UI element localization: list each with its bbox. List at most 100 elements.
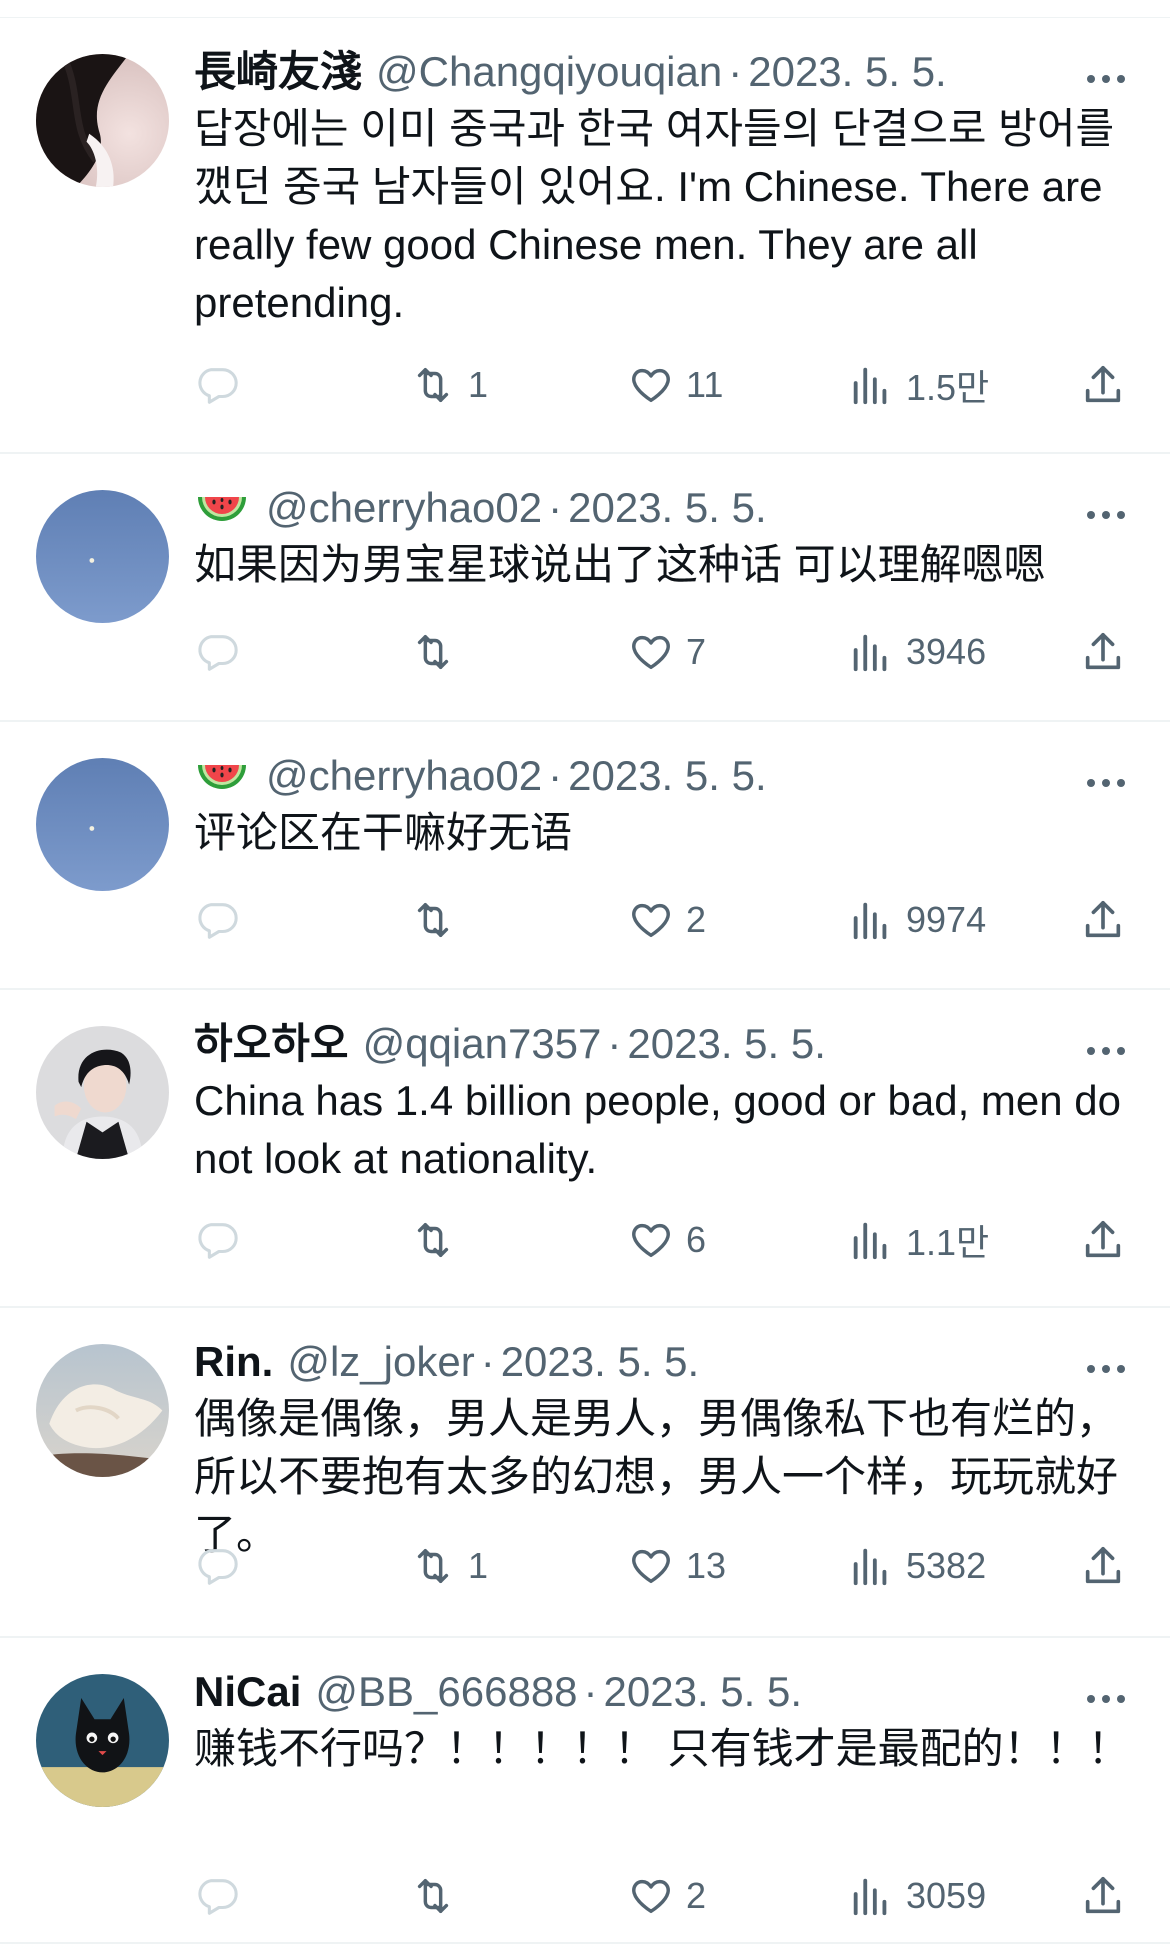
views-chart-icon	[853, 1222, 887, 1260]
retweet-button[interactable]	[410, 1868, 468, 1924]
share-button[interactable]	[1080, 892, 1126, 948]
tweet-date[interactable]: 2023. 5. 5.	[604, 1664, 803, 1720]
avatar-sky-moon-image	[36, 758, 169, 891]
view-count: 5382	[906, 1545, 987, 1586]
avatar[interactable]	[36, 1026, 169, 1159]
more-options-icon[interactable]	[1086, 1694, 1126, 1704]
views-button[interactable]: 3946	[848, 624, 986, 680]
tweet-header: @cherryhao02 · 2023. 5. 5.	[194, 480, 1134, 536]
views-button[interactable]: 5382	[848, 1538, 986, 1594]
reply-button[interactable]	[194, 1868, 240, 1924]
views-button[interactable]: 1.1만	[848, 1212, 989, 1268]
more-options-icon[interactable]	[1086, 1046, 1126, 1056]
watermelon-icon	[198, 497, 246, 521]
more-options-icon[interactable]	[1086, 1364, 1126, 1374]
reply-icon	[198, 635, 238, 671]
share-button[interactable]	[1080, 357, 1126, 413]
avatar-sky-moon-image	[36, 490, 169, 623]
avatar[interactable]	[36, 758, 169, 891]
like-button[interactable]: 6	[628, 1212, 706, 1268]
tweet[interactable]: 長崎友淺 @Changqiyouqian · 2023. 5. 5. 답장에는 …	[0, 18, 1170, 454]
views-chart-icon	[853, 902, 887, 940]
tweet-actions: 2 3059	[194, 1868, 1134, 1924]
like-button[interactable]: 2	[628, 1868, 706, 1924]
more-options-icon[interactable]	[1086, 510, 1126, 520]
reply-button[interactable]	[194, 1212, 240, 1268]
user-handle[interactable]: @qqian7357	[363, 1016, 602, 1072]
like-count: 2	[686, 899, 707, 940]
share-button[interactable]	[1080, 1212, 1126, 1268]
views-chart-icon	[853, 634, 887, 672]
tweet-text: 赚钱不行吗？！！！！！ 只有钱才是最配的！！！	[194, 1725, 1130, 1772]
like-count: 11	[686, 364, 724, 405]
retweet-button[interactable]: 1	[410, 357, 488, 413]
tweet[interactable]: @cherryhao02 · 2023. 5. 5. 如果因为男宝星球说出了这种…	[0, 454, 1170, 722]
reply-button[interactable]	[194, 357, 240, 413]
tweet-date[interactable]: 2023. 5. 5.	[568, 748, 767, 804]
retweet-button[interactable]	[410, 1212, 468, 1268]
separator-dot: ·	[607, 1020, 622, 1067]
share-button[interactable]	[1080, 624, 1126, 680]
reply-icon	[198, 1549, 238, 1585]
tweet-date[interactable]: 2023. 5. 5.	[568, 480, 767, 536]
tweet-date[interactable]: 2023. 5. 5.	[501, 1334, 700, 1390]
reply-icon	[198, 1879, 238, 1915]
tweet[interactable]: Rin. @lz_joker · 2023. 5. 5. 偶像是偶像，男人是男人…	[0, 1308, 1170, 1638]
views-button[interactable]: 3059	[848, 1868, 986, 1924]
user-handle[interactable]: @lz_joker	[287, 1334, 474, 1390]
reply-button[interactable]	[194, 892, 240, 948]
avatar[interactable]	[36, 1674, 169, 1807]
retweet-button[interactable]	[410, 624, 468, 680]
tweet[interactable]: NiCai @BB_666888 · 2023. 5. 5. 赚钱不行吗？！！！…	[0, 1638, 1170, 1944]
tweet-date[interactable]: 2023. 5. 5.	[748, 44, 947, 100]
more-options-icon[interactable]	[1086, 74, 1126, 84]
like-button[interactable]: 7	[628, 624, 706, 680]
display-name[interactable]: 하오하오	[194, 1016, 349, 1072]
user-handle[interactable]: @BB_666888	[315, 1664, 577, 1720]
views-chart-icon	[853, 1548, 887, 1586]
like-count: 6	[686, 1219, 707, 1260]
tweet-actions: 7 3946	[194, 624, 1134, 680]
like-count: 2	[686, 1875, 707, 1916]
reply-button[interactable]	[194, 1538, 240, 1594]
tweet-actions: 6 1.1만	[194, 1212, 1134, 1268]
separator-dot: ·	[480, 1338, 495, 1385]
reply-icon	[198, 903, 238, 939]
tweet-header: Rin. @lz_joker · 2023. 5. 5.	[194, 1334, 1134, 1390]
avatar[interactable]	[36, 54, 169, 187]
retweet-button[interactable]: 1	[410, 1538, 488, 1594]
avatar[interactable]	[36, 490, 169, 623]
tweet-text: 评论区在干嘛好无语	[194, 809, 573, 856]
avatar[interactable]	[36, 1344, 169, 1477]
user-handle[interactable]: @cherryhao02	[266, 480, 542, 536]
tweet[interactable]: @cherryhao02 · 2023. 5. 5. 评论区在干嘛好无语 2 9…	[0, 722, 1170, 990]
separator-dot: ·	[548, 484, 563, 531]
user-handle[interactable]: @Changqiyouqian	[376, 44, 722, 100]
display-name[interactable]: Rin.	[194, 1334, 273, 1390]
share-icon	[1085, 1876, 1121, 1914]
tweet[interactable]: 하오하오 @qqian7357 · 2023. 5. 5. China has …	[0, 990, 1170, 1308]
like-count: 13	[686, 1545, 727, 1586]
heart-icon	[632, 1549, 670, 1584]
like-button[interactable]: 11	[628, 357, 723, 413]
share-button[interactable]	[1080, 1538, 1126, 1594]
more-options-icon[interactable]	[1086, 778, 1126, 788]
user-handle[interactable]: @cherryhao02	[266, 748, 542, 804]
tweet-date[interactable]: 2023. 5. 5.	[627, 1016, 826, 1072]
display-name[interactable]: 長崎友淺	[194, 44, 362, 100]
share-button[interactable]	[1080, 1868, 1126, 1924]
retweet-button[interactable]	[410, 892, 468, 948]
retweet-count: 1	[468, 364, 489, 405]
display-name[interactable]: NiCai	[194, 1664, 301, 1720]
views-button[interactable]: 1.5만	[848, 357, 989, 413]
share-icon	[1085, 632, 1121, 670]
reply-button[interactable]	[194, 624, 240, 680]
like-button[interactable]: 2	[628, 892, 706, 948]
views-button[interactable]: 9974	[848, 892, 986, 948]
view-count: 1.5만	[906, 367, 990, 408]
share-icon	[1085, 900, 1121, 938]
like-button[interactable]: 13	[628, 1538, 726, 1594]
heart-icon	[632, 368, 670, 403]
avatar-dark-hair-image	[36, 54, 169, 187]
retweet-count: 1	[468, 1545, 489, 1586]
